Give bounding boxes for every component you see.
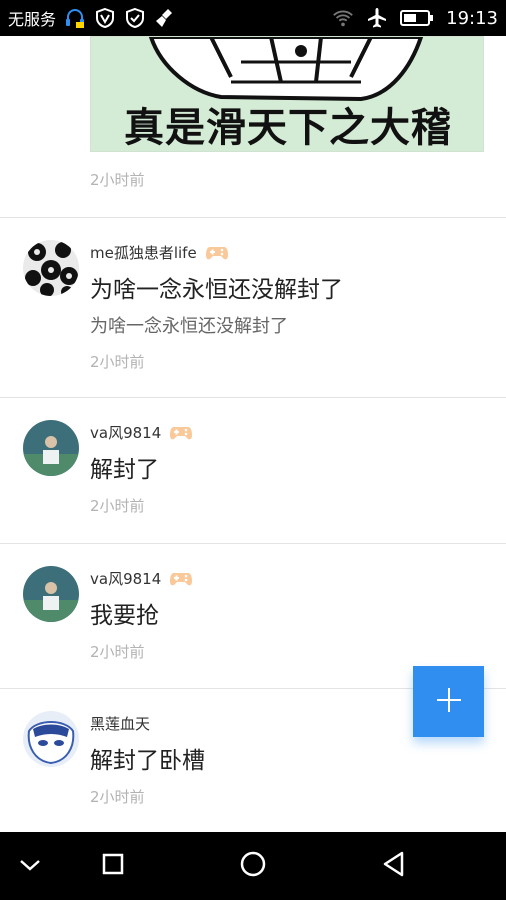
shield-check-icon [124, 7, 146, 29]
circle-home-icon [240, 851, 266, 881]
username-row: va风9814 [90, 568, 193, 589]
post-timestamp: 2小时前 [90, 171, 145, 189]
comment-text: 解封了卧槽 [90, 748, 205, 774]
clock: 19:13 [446, 7, 498, 29]
home-button[interactable] [223, 832, 283, 900]
post-card: 真是滑天下之大稽 2小时前 [0, 36, 506, 218]
quoted-text: 为啥一念永恒还没解封了 [90, 316, 288, 337]
shield-v-icon [94, 7, 116, 29]
headset-notification-icon [64, 7, 86, 29]
add-comment-button[interactable] [413, 666, 484, 737]
username-row: 黑莲血天 [90, 713, 150, 734]
gamepad-badge-icon [169, 570, 193, 588]
triangle-back-icon [382, 851, 404, 881]
carrier-label: 无服务 [8, 10, 57, 29]
comment-timestamp: 2小时前 [90, 497, 145, 515]
broom-icon [154, 7, 176, 29]
back-button[interactable] [363, 832, 423, 900]
comment-item[interactable]: me孤独患者life 为啥一念永恒还没解封了 为啥一念永恒还没解封了 2小时前 [0, 218, 506, 398]
meme-caption: 真是滑天下之大稽 [124, 105, 452, 151]
comment-text: 解封了 [90, 457, 159, 483]
username-row: va风9814 [90, 422, 193, 443]
avatar[interactable] [23, 420, 79, 476]
gamepad-badge-icon [169, 424, 193, 442]
status-bar: 无服务 19:13 [0, 0, 506, 36]
recents-button[interactable] [83, 832, 143, 900]
square-recents-icon [102, 853, 124, 879]
comment-timestamp: 2小时前 [90, 788, 145, 806]
comment-text: 我要抢 [90, 603, 159, 629]
comment-timestamp: 2小时前 [90, 643, 145, 661]
avatar[interactable] [23, 240, 79, 296]
chevron-down-icon [18, 857, 42, 876]
airplane-mode-icon [366, 7, 388, 29]
username[interactable]: va风9814 [90, 568, 161, 589]
avatar[interactable] [23, 711, 79, 767]
comment-timestamp: 2小时前 [90, 353, 145, 371]
username-row: me孤独患者life [90, 242, 229, 263]
wifi-icon [332, 7, 354, 29]
status-right: 19:13 [332, 0, 498, 36]
username[interactable]: va风9814 [90, 422, 161, 443]
username[interactable]: me孤独患者life [90, 242, 197, 263]
navigation-bar [0, 832, 506, 900]
plus-icon [435, 686, 463, 718]
comment-text: 为啥一念永恒还没解封了 [90, 277, 343, 303]
username[interactable]: 黑莲血天 [90, 713, 150, 734]
status-left: 无服务 [8, 0, 176, 36]
gamepad-badge-icon [205, 244, 229, 262]
comment-item[interactable]: va风9814 解封了 2小时前 [0, 398, 506, 544]
hide-keyboard-button[interactable] [0, 832, 60, 900]
avatar[interactable] [23, 566, 79, 622]
battery-icon [400, 7, 434, 29]
meme-image[interactable]: 真是滑天下之大稽 [90, 36, 484, 152]
